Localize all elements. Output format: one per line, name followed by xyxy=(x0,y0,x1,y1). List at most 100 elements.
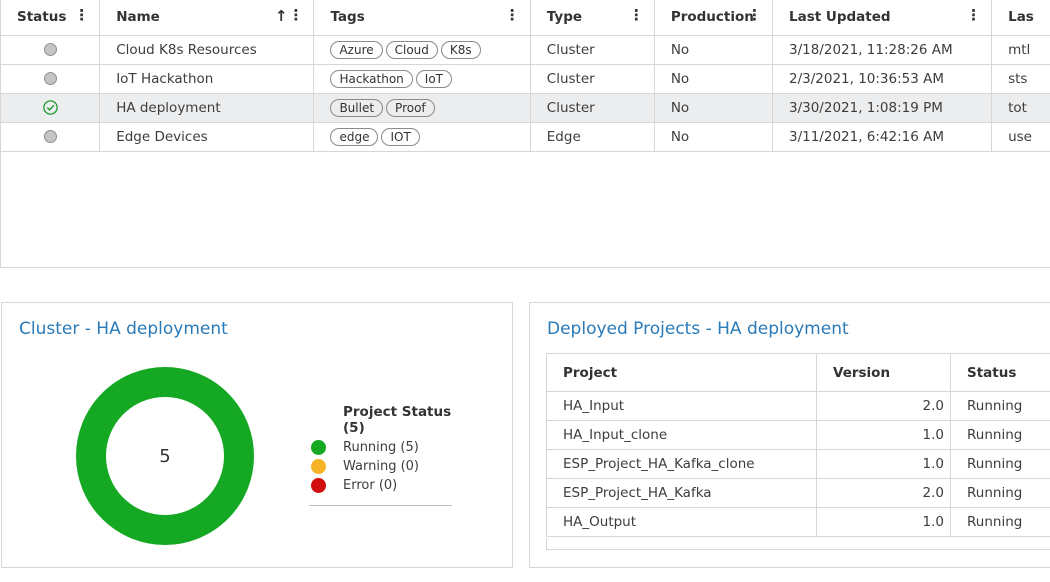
column-header-label: Status xyxy=(17,9,67,26)
last-updated-cell: 2/3/2021, 10:36:53 AM xyxy=(771,64,992,94)
column-menu-icon[interactable]: ⋮ xyxy=(747,8,762,23)
table-row-selected[interactable]: HA deployment Bullet Proof Cluster No 3/3… xyxy=(1,93,1050,123)
column-header-last-updated-by[interactable]: Las xyxy=(991,0,1050,36)
column-menu-icon[interactable]: ⋮ xyxy=(629,8,644,23)
last-updated-by-cell: mtl xyxy=(991,35,1050,65)
status-cell: Running xyxy=(950,449,1050,479)
cluster-summary-panel: Cluster - HA deployment 5 Project Status… xyxy=(1,302,513,568)
status-cell xyxy=(1,122,100,152)
status-inactive-icon xyxy=(43,72,57,85)
tag-chip[interactable]: Bullet xyxy=(330,98,384,117)
version-cell: 1.0 xyxy=(816,420,951,450)
tags-cell: Bullet Proof xyxy=(313,93,531,123)
name-cell: Edge Devices xyxy=(99,122,314,152)
column-header-last-updated[interactable]: Last Updated ⋮ xyxy=(771,0,992,36)
version-cell: 2.0 xyxy=(816,478,951,508)
status-cell xyxy=(1,64,100,94)
clusters-grid: Status ⋮ Name ↑ ⋮ Tags ⋮ Type ⋮ Producti… xyxy=(0,0,1050,268)
panel-title: Cluster - HA deployment xyxy=(19,319,228,339)
tag-chip[interactable]: edge xyxy=(330,127,379,146)
project-status-donut-chart: 5 xyxy=(76,367,254,545)
tags-cell: Hackathon IoT xyxy=(313,64,531,94)
column-header-label: Production xyxy=(670,9,754,26)
column-header-status[interactable]: Status ⋮ xyxy=(1,0,100,36)
legend-label: Running (5) xyxy=(343,440,419,455)
last-updated-cell: 3/11/2021, 6:42:16 AM xyxy=(771,122,992,152)
last-updated-by-cell: tot xyxy=(991,93,1050,123)
project-cell: HA_Input xyxy=(546,391,817,421)
name-cell: HA deployment xyxy=(99,93,314,123)
tag-chip[interactable]: IoT xyxy=(415,69,452,88)
table-row[interactable]: HA_Input_clone 1.0 Running xyxy=(546,420,1050,450)
column-header-label: Last Updated xyxy=(788,9,891,26)
legend-swatch-warning xyxy=(311,459,326,474)
column-header-label: Las xyxy=(1008,9,1034,26)
table-row[interactable]: HA_Input 2.0 Running xyxy=(546,391,1050,421)
column-header-status[interactable]: Status xyxy=(950,353,1050,392)
table-row[interactable]: Cloud K8s Resources Azure Cloud K8s Cluste… xyxy=(1,35,1050,65)
production-cell: No xyxy=(653,93,773,123)
version-cell: 1.0 xyxy=(816,507,951,537)
legend-item-warning[interactable]: Warning (0) xyxy=(309,457,452,476)
legend-item-error[interactable]: Error (0) xyxy=(309,476,452,495)
status-inactive-icon xyxy=(43,130,57,143)
legend-label: Warning (0) xyxy=(343,459,419,474)
column-menu-icon[interactable]: ⋮ xyxy=(966,8,981,23)
table-header-row: Status ⋮ Name ↑ ⋮ Tags ⋮ Type ⋮ Producti… xyxy=(1,0,1050,36)
column-header-production[interactable]: Production ⋮ xyxy=(653,0,773,36)
panel-title: Deployed Projects - HA deployment xyxy=(547,319,849,339)
last-updated-by-cell: sts xyxy=(991,64,1050,94)
tags-cell: Azure Cloud K8s xyxy=(313,35,531,65)
table-row[interactable]: IoT Hackathon Hackathon IoT Cluster No 2/… xyxy=(1,64,1050,94)
column-menu-icon[interactable]: ⋮ xyxy=(505,8,520,23)
last-updated-cell: 3/18/2021, 11:28:26 AM xyxy=(771,35,992,65)
tag-chip[interactable]: Hackathon xyxy=(330,69,413,88)
tag-chip[interactable]: IOT xyxy=(381,127,420,146)
legend-item-running[interactable]: Running (5) xyxy=(309,438,452,457)
column-header-project[interactable]: Project xyxy=(546,353,817,392)
table-row[interactable]: ESP_Project_HA_Kafka 2.0 Running xyxy=(546,478,1050,508)
last-updated-by-cell: use xyxy=(991,122,1050,152)
column-menu-icon[interactable]: ⋮ xyxy=(74,8,89,23)
legend-title: Project Status (5) xyxy=(343,404,452,436)
table-row[interactable]: ESP_Project_HA_Kafka_clone 1.0 Running xyxy=(546,449,1050,479)
column-header-type[interactable]: Type ⋮ xyxy=(529,0,655,36)
status-cell: Running xyxy=(950,391,1050,421)
sort-ascending-icon[interactable]: ↑ xyxy=(275,9,288,24)
tag-chip[interactable]: Proof xyxy=(386,98,435,117)
project-cell: HA_Input_clone xyxy=(546,420,817,450)
table-row[interactable]: Edge Devices edge IOT Edge No 3/11/2021, … xyxy=(1,122,1050,152)
status-cell: Running xyxy=(950,420,1050,450)
production-cell: No xyxy=(653,64,773,94)
status-cell: Running xyxy=(950,507,1050,537)
type-cell: Cluster xyxy=(529,35,655,65)
column-header-version[interactable]: Version xyxy=(816,353,951,392)
column-menu-icon[interactable]: ⋮ xyxy=(288,8,303,23)
production-cell: No xyxy=(653,122,773,152)
project-status-legend: Project Status (5) Running (5) Warning (… xyxy=(309,404,452,506)
column-header-tags[interactable]: Tags ⋮ xyxy=(313,0,531,36)
column-header-label: Tags xyxy=(330,9,365,26)
tag-chip[interactable]: K8s xyxy=(440,40,481,59)
project-cell: ESP_Project_HA_Kafka_clone xyxy=(546,449,817,479)
column-header-name[interactable]: Name ↑ ⋮ xyxy=(99,0,314,36)
deployed-projects-table: Project Version Status HA_Input 2.0 Runn… xyxy=(546,353,1050,537)
last-updated-cell: 3/30/2021, 1:08:19 PM xyxy=(771,93,992,123)
project-cell: HA_Output xyxy=(546,507,817,537)
type-cell: Edge xyxy=(529,122,655,152)
version-cell: 1.0 xyxy=(816,449,951,479)
clusters-table: Status ⋮ Name ↑ ⋮ Tags ⋮ Type ⋮ Producti… xyxy=(1,0,1050,152)
deployed-projects-panel: Deployed Projects - HA deployment Projec… xyxy=(529,302,1050,568)
tag-chip[interactable]: Azure xyxy=(330,40,383,59)
column-header-label: Type xyxy=(546,9,583,26)
tag-chip[interactable]: Cloud xyxy=(385,40,438,59)
status-running-check-icon xyxy=(42,100,58,115)
project-cell: ESP_Project_HA_Kafka xyxy=(546,478,817,508)
status-cell: Running xyxy=(950,478,1050,508)
type-cell: Cluster xyxy=(529,93,655,123)
table-row[interactable]: HA_Output 1.0 Running xyxy=(546,507,1050,537)
column-header-label: Name xyxy=(116,9,160,26)
status-cell xyxy=(1,93,100,123)
horizontal-scrollbar[interactable] xyxy=(546,538,1050,550)
version-cell: 2.0 xyxy=(816,391,951,421)
